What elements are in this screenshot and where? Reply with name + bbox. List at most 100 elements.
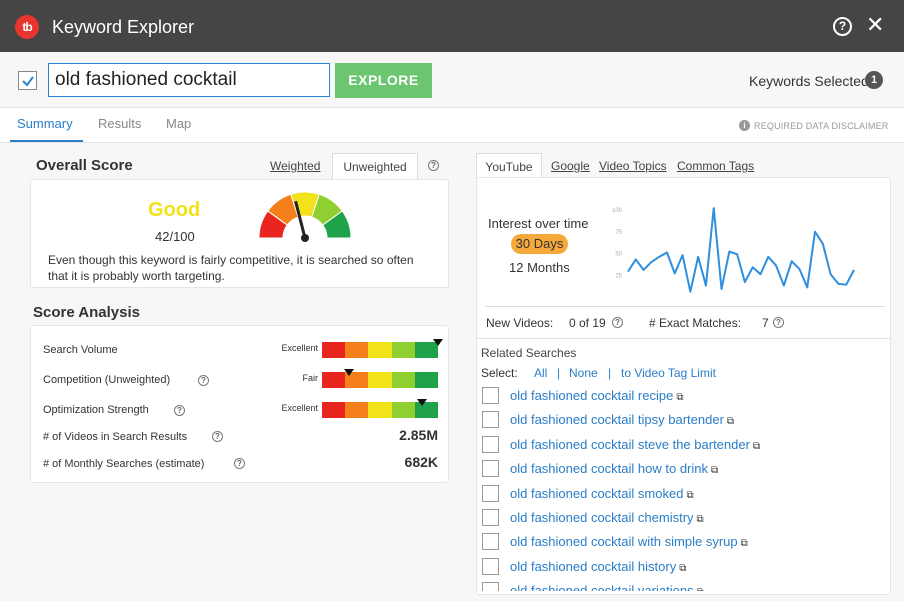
interest-over-time-label: Interest over time: [488, 216, 589, 231]
meter-segment: [322, 402, 346, 418]
meter-segment: [345, 402, 369, 418]
related-search-item: old fashioned cocktail recipe ⧉: [476, 386, 891, 408]
related-search-link[interactable]: old fashioned cocktail smoked ⧉: [510, 486, 694, 501]
related-search-link[interactable]: old fashioned cocktail recipe ⧉: [510, 388, 683, 403]
external-link-icon[interactable]: ⧉: [697, 587, 704, 591]
score-row-help-icon[interactable]: ?: [174, 405, 185, 416]
score-row-label: Optimization Strength: [43, 404, 149, 416]
tubebuddy-logo: tb: [15, 15, 39, 39]
score-gauge: [258, 191, 352, 242]
related-search-checkbox[interactable]: [482, 484, 499, 502]
tab-results[interactable]: Results: [98, 116, 141, 131]
unweighted-toggle[interactable]: Unweighted: [332, 153, 418, 179]
stat-label: # of Monthly Searches (estimate): [43, 458, 205, 470]
related-search-item: old fashioned cocktail tipsy bartender ⧉: [476, 410, 891, 432]
stat-label: # of Videos in Search Results: [43, 431, 188, 443]
related-searches-list: old fashioned cocktail recipe ⧉ old fashio…: [476, 384, 891, 591]
tab-common-tags[interactable]: Common Tags: [677, 159, 754, 173]
meter-segment: [391, 402, 415, 418]
score-description: Even though this keyword is fairly compe…: [48, 253, 414, 283]
divider: [476, 338, 891, 339]
related-search-link[interactable]: old fashioned cocktail variations⧉: [510, 583, 704, 591]
keywords-selected-count[interactable]: 1: [865, 71, 883, 89]
related-search-link[interactable]: old fashioned cocktail history ⧉: [510, 559, 686, 574]
related-search-checkbox[interactable]: [482, 411, 499, 429]
external-link-icon[interactable]: ⧉: [686, 490, 693, 501]
external-link-icon[interactable]: ⧉: [679, 563, 686, 574]
stat-help-icon[interactable]: ?: [212, 431, 223, 442]
overall-score-title: Overall Score: [36, 157, 133, 174]
y-tick-label: 100: [612, 208, 623, 214]
y-tick-label: 25: [615, 273, 622, 279]
separator: |: [608, 366, 612, 380]
meter-marker-icon: [433, 339, 443, 346]
related-search-item: old fashioned cocktail how to drink ⧉: [476, 459, 891, 481]
meter-segment: [345, 342, 369, 358]
meter-segment: [322, 372, 346, 388]
tab-summary[interactable]: Summary: [17, 116, 73, 131]
interest-chart: 100 75 50 25: [612, 207, 855, 293]
related-search-checkbox[interactable]: [482, 582, 499, 591]
select-none-link[interactable]: None: [569, 366, 598, 380]
tab-youtube[interactable]: YouTube: [476, 153, 542, 179]
tab-video-topics[interactable]: Video Topics: [599, 159, 667, 173]
related-search-item: old fashioned cocktail with simple syrup…: [476, 532, 891, 554]
new-videos-value: 0 of 19: [569, 316, 606, 330]
related-search-checkbox[interactable]: [482, 533, 499, 551]
related-search-link[interactable]: old fashioned cocktail steve the bartend…: [510, 437, 760, 452]
tab-map[interactable]: Map: [166, 116, 191, 131]
score-row-label: Competition (Unweighted): [43, 374, 171, 386]
range-12-months[interactable]: 12 Months: [509, 260, 570, 275]
range-30-days[interactable]: 30 Days: [511, 234, 568, 254]
score-meter: [322, 399, 439, 418]
external-link-icon[interactable]: ⧉: [697, 514, 704, 525]
score-row-help-icon[interactable]: ?: [198, 375, 209, 386]
meter-marker-icon: [416, 399, 427, 406]
gauge-hub: [301, 234, 309, 242]
score-rating: Good: [148, 199, 201, 221]
tab-google[interactable]: Google: [551, 159, 590, 173]
close-icon[interactable]: ✕: [866, 12, 884, 38]
related-search-link[interactable]: old fashioned cocktail how to drink ⧉: [510, 461, 718, 476]
stat-help-icon[interactable]: ?: [234, 458, 245, 469]
related-search-checkbox[interactable]: [482, 387, 499, 404]
related-search-link[interactable]: old fashioned cocktail chemistry ⧉: [510, 510, 704, 525]
app-title: Keyword Explorer: [52, 17, 195, 37]
explore-button[interactable]: EXPLORE: [335, 63, 432, 98]
related-search-link[interactable]: old fashioned cocktail with simple syrup…: [510, 534, 748, 549]
external-link-icon[interactable]: ⧉: [711, 465, 718, 476]
related-search-checkbox[interactable]: [482, 460, 499, 478]
stat-value: 2.85M: [399, 427, 438, 443]
select-all-link[interactable]: All: [534, 366, 547, 380]
meter-marker-icon: [343, 369, 354, 376]
select-label: Select:: [481, 366, 518, 380]
external-link-icon[interactable]: ⧉: [676, 392, 683, 403]
data-disclaimer-link[interactable]: REQUIRED DATA DISCLAIMER: [754, 121, 889, 131]
help-icon[interactable]: ?: [833, 17, 852, 36]
weighted-toggle[interactable]: Weighted: [270, 159, 320, 173]
separator: |: [557, 366, 561, 380]
divider: [485, 306, 885, 307]
keyword-checkbox[interactable]: [18, 71, 37, 90]
related-search-item: old fashioned cocktail steve the bartend…: [476, 435, 891, 457]
keyword-search-input[interactable]: [48, 63, 330, 97]
related-search-checkbox[interactable]: [482, 509, 499, 526]
score-row-level: Excellent: [281, 403, 318, 413]
interest-series-line: [627, 207, 855, 293]
y-tick-label: 50: [615, 252, 622, 258]
keywords-selected-label: Keywords Selected: [749, 73, 869, 89]
new-videos-help-icon[interactable]: ?: [612, 317, 623, 328]
external-link-icon[interactable]: ⧉: [753, 441, 760, 452]
exact-matches-help-icon[interactable]: ?: [773, 317, 784, 328]
score-analysis-title: Score Analysis: [33, 304, 140, 321]
related-search-link[interactable]: old fashioned cocktail tipsy bartender ⧉: [510, 412, 734, 427]
meter-segment: [368, 342, 392, 358]
score-meter: [322, 339, 443, 358]
meter-segment: [414, 372, 439, 388]
related-search-checkbox[interactable]: [482, 435, 499, 453]
related-search-checkbox[interactable]: [482, 557, 499, 575]
select-to-limit-link[interactable]: to Video Tag Limit: [621, 366, 716, 380]
overall-help-icon[interactable]: ?: [428, 160, 439, 171]
external-link-icon[interactable]: ⧉: [727, 416, 734, 427]
external-link-icon[interactable]: ⧉: [741, 538, 748, 549]
